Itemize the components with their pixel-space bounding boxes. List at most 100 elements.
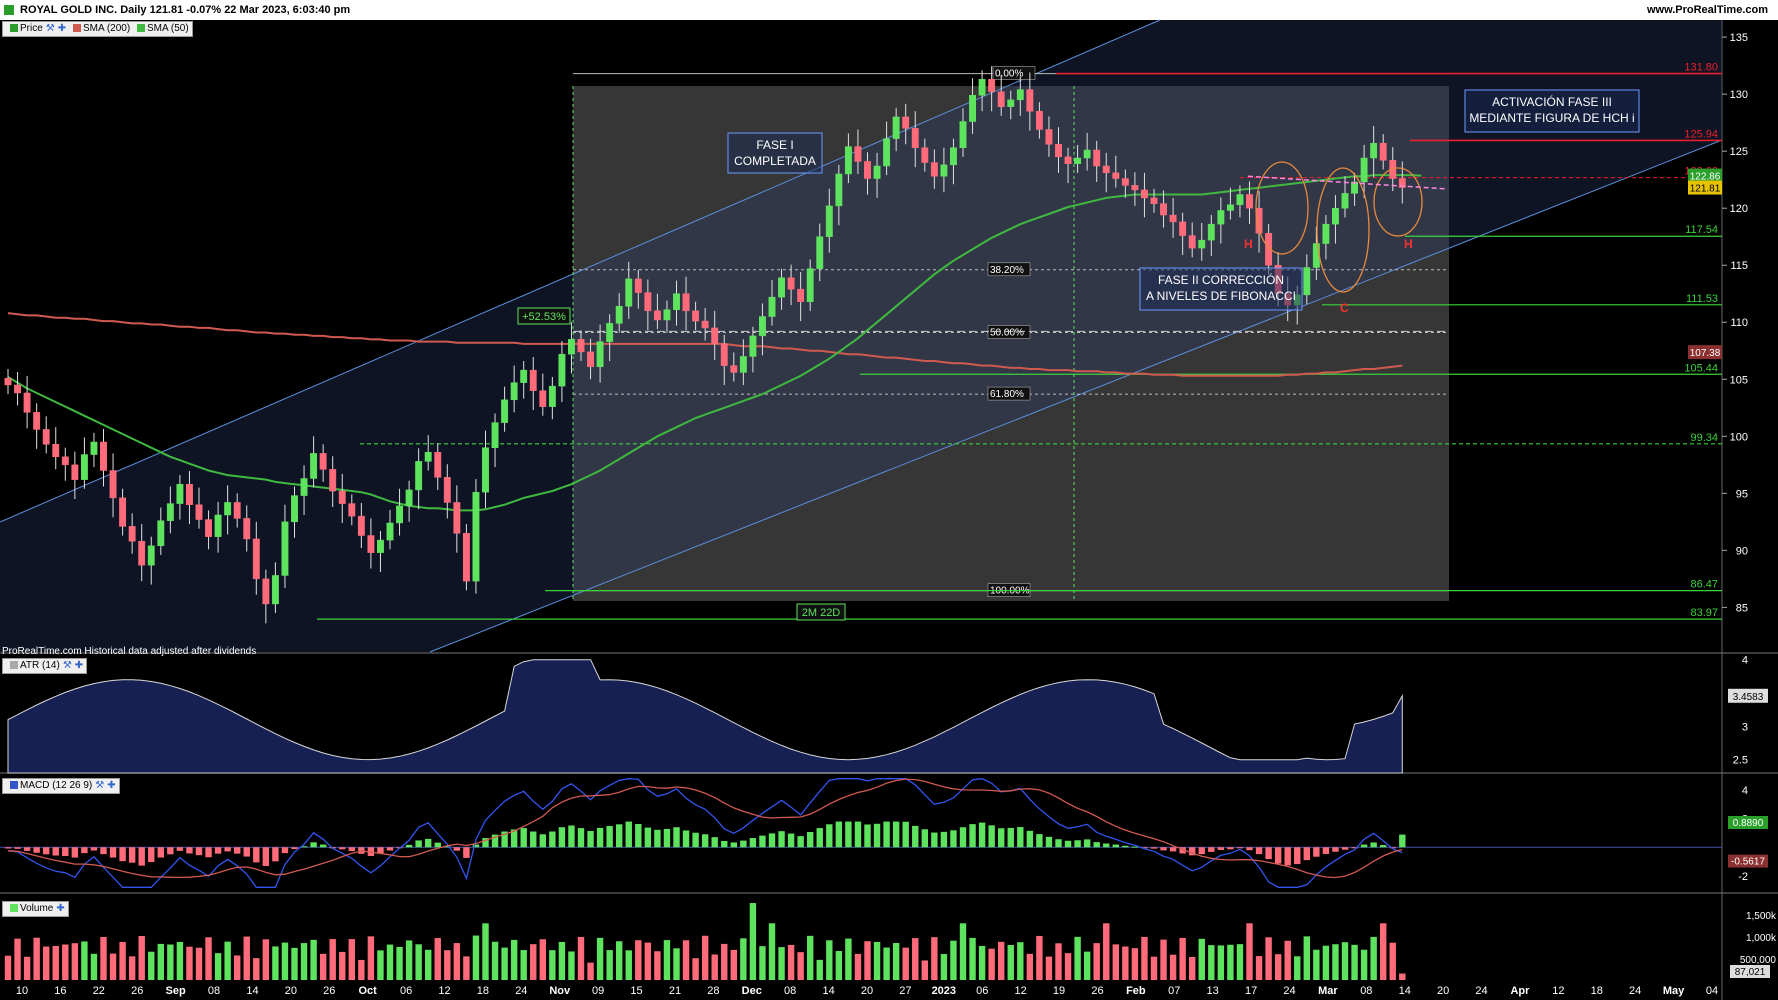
phase1-text: FASE I xyxy=(756,138,793,152)
candle-body xyxy=(462,532,470,582)
volume-bar xyxy=(491,941,499,980)
candle-body xyxy=(214,514,222,537)
volume-bar xyxy=(52,945,59,980)
x-tick-label: 24 xyxy=(515,985,527,997)
candle-body xyxy=(1198,239,1206,249)
candle-body xyxy=(711,327,719,345)
plus-icon[interactable]: ✚ xyxy=(75,660,83,671)
plus-icon[interactable]: ✚ xyxy=(107,780,115,791)
volume-bar xyxy=(348,939,355,980)
x-tick-label: 26 xyxy=(1091,985,1103,997)
candle-body xyxy=(911,128,919,148)
duration-label: 2M 22D xyxy=(802,607,841,619)
wrench-icon[interactable]: ⚒ xyxy=(63,660,72,671)
x-tick-label: 06 xyxy=(400,985,412,997)
candle-body xyxy=(1179,221,1187,236)
candle-body xyxy=(568,339,575,355)
x-tick-label: 24 xyxy=(1283,985,1295,997)
macd-histogram-bar xyxy=(921,829,928,848)
candle-body xyxy=(529,369,537,391)
hch-right-label: H xyxy=(1404,237,1413,251)
macd-histogram-bar xyxy=(787,833,795,848)
macd-legend[interactable]: MACD (12 26 9) ⚒ ✚ xyxy=(2,778,120,794)
volume-bar xyxy=(701,935,709,980)
volume-bar xyxy=(520,950,527,980)
macd-histogram-bar xyxy=(644,827,652,848)
volume-bar xyxy=(711,954,718,980)
volume-bar xyxy=(501,947,508,980)
x-tick-label: 19 xyxy=(1053,985,1065,997)
wrench-icon[interactable]: ⚒ xyxy=(95,780,104,791)
candle-body xyxy=(997,91,1005,107)
volume-bar xyxy=(530,944,537,980)
volume-bar xyxy=(950,940,957,980)
price-swatch-icon xyxy=(10,24,18,32)
volume-bar xyxy=(902,947,909,980)
candle-body xyxy=(405,489,413,507)
chart-canvas[interactable]: 0.00%38.20%50.00%61.80%100.00%117.54111.… xyxy=(0,0,1778,1000)
candle-body xyxy=(147,545,155,566)
volume-bar xyxy=(1313,949,1320,980)
volume-tick-label: 1,500k xyxy=(1746,911,1777,922)
volume-bar xyxy=(1141,936,1148,980)
macd-histogram-bar xyxy=(1360,844,1368,848)
macd-hist-label: 0.8890 xyxy=(1733,818,1764,829)
x-tick-label: 07 xyxy=(1168,985,1180,997)
macd-histogram-bar xyxy=(243,847,250,857)
volume-bar xyxy=(1026,953,1034,980)
volume-bar xyxy=(1370,936,1377,980)
volume-bar xyxy=(749,903,757,980)
phase3-text: MEDIANTE FIGURA DE HCH i xyxy=(1469,111,1634,125)
macd-histogram-bar xyxy=(386,847,394,851)
macd-histogram-bar xyxy=(1074,840,1081,848)
macd-histogram-bar xyxy=(205,847,212,858)
wrench-icon[interactable]: ⚒ xyxy=(46,23,55,34)
volume-bar xyxy=(1246,923,1253,980)
x-tick-label: 12 xyxy=(1552,985,1564,997)
candle-body xyxy=(921,147,929,163)
macd-histogram-bar xyxy=(4,847,12,849)
macd-histogram-bar xyxy=(549,831,556,848)
candle-body xyxy=(52,444,60,458)
macd-histogram-bar xyxy=(23,847,31,851)
macd-histogram-bar xyxy=(673,827,680,848)
atr-legend[interactable]: ATR (14) ⚒ ✚ xyxy=(2,658,88,674)
volume-bar xyxy=(635,940,642,980)
candle-body xyxy=(1121,178,1129,186)
volume-bar xyxy=(931,937,938,980)
volume-bar xyxy=(281,942,289,980)
volume-bar xyxy=(205,937,212,980)
macd-histogram-bar xyxy=(109,847,117,858)
price-tick-label: 85 xyxy=(1736,602,1748,614)
macd-histogram-bar xyxy=(1265,847,1272,860)
macd-histogram-bar xyxy=(1160,847,1167,851)
plus-icon[interactable]: ✚ xyxy=(56,903,64,914)
macd-histogram-bar xyxy=(148,847,155,863)
candle-body xyxy=(443,477,451,503)
x-tick-label: 18 xyxy=(477,985,489,997)
candle-body xyxy=(176,483,184,504)
candle-body xyxy=(1141,189,1148,199)
volume-bar xyxy=(224,941,231,980)
volume-bar xyxy=(1179,937,1186,980)
candle-body xyxy=(205,519,213,537)
plus-icon[interactable]: ✚ xyxy=(58,23,66,34)
macd-histogram-bar xyxy=(1284,847,1291,866)
support-label: 86.47 xyxy=(1690,579,1718,591)
candle-body xyxy=(596,341,604,367)
volume-bar xyxy=(1322,945,1330,980)
volume-bar xyxy=(539,939,546,980)
volume-bar xyxy=(1103,923,1110,980)
volume-bar xyxy=(864,941,871,980)
candle-body xyxy=(357,515,365,536)
candle-body xyxy=(797,288,805,302)
macd-histogram-bar xyxy=(1007,827,1014,848)
candle-body xyxy=(978,79,986,96)
volume-legend[interactable]: Volume ✚ xyxy=(2,901,69,917)
price-legend[interactable]: Price ⚒ ✚ SMA (200) SMA (50) xyxy=(2,21,193,37)
macd-histogram-bar xyxy=(405,844,413,848)
volume-tick-label: 1,000k xyxy=(1746,933,1777,944)
sma200-swatch-icon xyxy=(72,24,81,32)
candle-body xyxy=(844,146,852,175)
atr-last-label: 3.4583 xyxy=(1733,692,1764,703)
